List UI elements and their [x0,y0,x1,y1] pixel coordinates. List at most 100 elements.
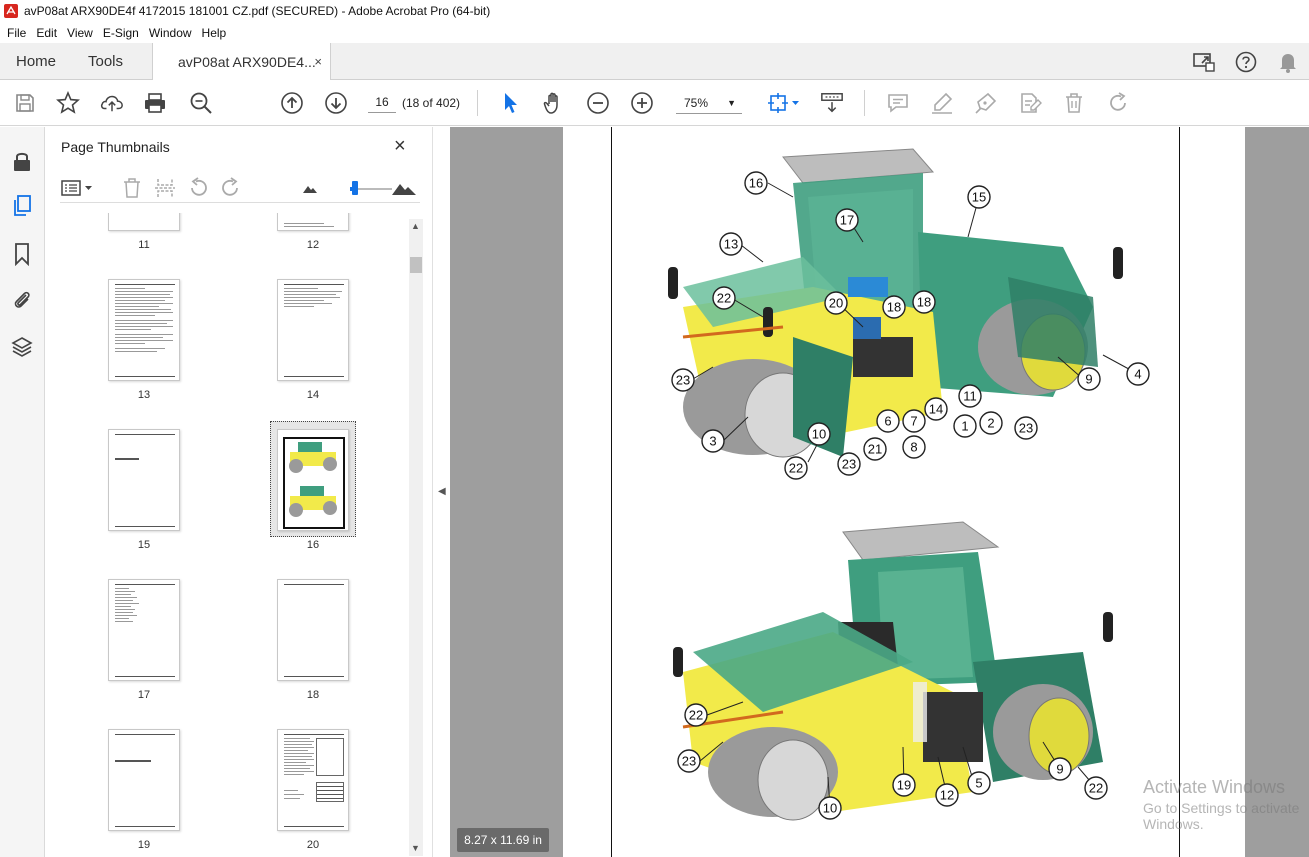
thumbnail-list: 11 12 13 14 15 16 17 18 19 20 [46,213,416,857]
page-number-input[interactable]: 16 [368,91,396,113]
thumbnail-machine-preview [283,437,345,529]
page-thumbnail[interactable] [277,579,349,681]
sign-pen-icon [974,91,998,115]
callouts-layer: 16 15 17 13 22 20 18 18 4 9 23 11 14 2 2… [671,171,1150,820]
collapse-panel-arrow-icon[interactable]: ◀ [438,486,446,497]
page-thumbnail[interactable] [277,729,349,831]
svg-text:4: 4 [1134,367,1141,382]
thumbnail-small-icon[interactable] [300,177,320,199]
lock-icon[interactable] [10,149,34,173]
callout-10: 10 [807,422,831,446]
acrobat-app-icon [4,4,18,18]
zoom-level-select[interactable]: 75% ▼ [676,92,742,114]
page-up-icon[interactable] [280,91,304,115]
thumbnail-size-slider-handle[interactable] [352,181,358,195]
svg-text:8: 8 [910,440,917,455]
page-thumbnail[interactable] [108,429,180,531]
svg-text:6: 6 [884,414,891,429]
panel-splitter[interactable]: ◀ [432,127,450,857]
menu-window[interactable]: Window [144,26,197,40]
fit-page-icon[interactable] [766,91,802,115]
svg-text:9: 9 [1056,762,1063,777]
print-icon[interactable] [143,91,167,115]
page-thumbnail[interactable] [277,213,349,231]
scrollbar-thumb[interactable] [410,257,422,273]
tab-document[interactable]: avP08at ARX90DE4... × [152,43,331,81]
svg-text:15: 15 [972,190,986,205]
page-thumbnails-panel: Page Thumbnails × 11 12 13 14 15 16 17 1… [46,127,431,857]
help-icon[interactable] [1225,43,1267,80]
svg-text:11: 11 [963,389,977,404]
extract-pages-icon [153,177,177,199]
comment-icon [886,91,910,115]
callout-19: 19 [892,773,916,797]
page-thumbnail-label: 19 [137,839,151,851]
tab-close-icon[interactable]: × [314,54,322,69]
svg-text:14: 14 [929,402,943,417]
callout-18: 18 [882,295,906,319]
page-thumbnail-label: 18 [306,689,320,701]
svg-text:2: 2 [987,416,994,431]
menu-esign[interactable]: E-Sign [98,26,144,40]
page-thumbnail[interactable] [277,279,349,381]
select-pointer-icon[interactable] [498,91,522,115]
callout-1: 1 [953,414,977,438]
page-thumbnail-label: 16 [306,539,320,551]
menu-help[interactable]: Help [197,26,232,40]
page-thumbnail[interactable] [108,213,180,231]
callout-22: 22 [1084,776,1108,800]
pdf-page: 16 15 17 13 22 20 18 18 4 9 23 11 14 2 2… [563,127,1245,857]
page-thumbnail-selected[interactable] [277,429,349,531]
scroll-up-arrow-icon[interactable]: ▲ [411,221,420,231]
thumbnail-large-icon[interactable] [390,177,418,199]
page-thumbnail[interactable] [108,579,180,681]
menu-edit[interactable]: Edit [31,26,62,40]
callout-3: 3 [701,429,725,453]
callout-6: 6 [876,409,900,433]
tab-tools[interactable]: Tools [88,43,123,80]
delete-trash-icon [1062,91,1086,115]
menu-file[interactable]: File [2,26,31,40]
svg-text:17: 17 [840,213,854,228]
edit-document-icon [1018,91,1042,115]
page-thumbnails-icon[interactable] [10,194,34,218]
activation-watermark: Activate Windows Go to Settings to activ… [1143,777,1309,832]
thumbnails-scrollbar[interactable]: ▲ ▼ [409,219,423,856]
thumbnail-options-icon[interactable] [60,177,96,199]
zoom-search-icon[interactable] [189,91,213,115]
hand-pan-icon[interactable] [542,91,566,115]
share-screen-icon[interactable] [1183,43,1225,80]
callout-22: 22 [684,703,708,727]
svg-text:3: 3 [709,434,716,449]
tab-home[interactable]: Home [16,43,56,80]
page-thumbnail-label: 11 [138,239,150,251]
zoom-out-icon[interactable] [586,91,610,115]
notifications-bell-icon[interactable] [1267,43,1309,80]
menu-view[interactable]: View [62,26,98,40]
document-view[interactable]: 16 15 17 13 22 20 18 18 4 9 23 11 14 2 2… [450,127,1309,857]
svg-text:22: 22 [689,708,703,723]
layers-icon[interactable] [10,335,34,359]
page-thumbnail[interactable] [108,279,180,381]
page-down-icon[interactable] [324,91,348,115]
bookmarks-icon[interactable] [10,242,34,266]
save-icon[interactable] [13,91,37,115]
upload-cloud-icon[interactable] [100,91,124,115]
svg-text:1: 1 [961,419,968,434]
callout-11: 11 [958,384,982,408]
zoom-in-icon[interactable] [630,91,654,115]
panel-close-icon[interactable]: × [394,135,406,158]
callout-13: 13 [719,232,743,256]
page-thumbnail-label: 13 [137,389,151,401]
callout-14: 14 [924,397,948,421]
scroll-down-arrow-icon[interactable]: ▼ [411,843,420,853]
tab-bar-icons [1183,43,1309,80]
page-thumbnail[interactable] [108,729,180,831]
attachments-paperclip-icon[interactable] [10,288,34,312]
svg-text:9: 9 [1085,372,1092,387]
page-thumbnail-label: 17 [137,689,151,701]
callout-20: 20 [824,291,848,315]
scroll-mode-icon[interactable] [820,91,844,115]
bookmark-star-icon[interactable] [56,91,80,115]
window-title: avP08at ARX90DE4f 4172015 181001 CZ.pdf … [24,4,491,18]
